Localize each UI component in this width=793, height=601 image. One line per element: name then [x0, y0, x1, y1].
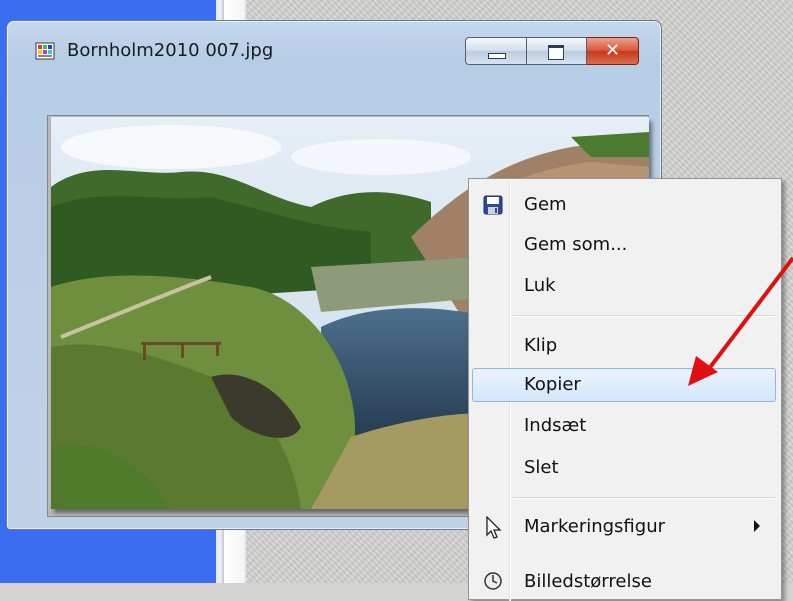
- menu-item-label: Gem: [524, 194, 567, 215]
- menu-item-label: Markeringsfigur: [524, 516, 666, 537]
- menu-item-markeringsfigur[interactable]: Markeringsfigur: [472, 510, 776, 544]
- menu-separator: [513, 497, 775, 499]
- minimize-icon: [488, 53, 506, 59]
- menu-item-billedstorrelse[interactable]: Billedstørrelse: [472, 565, 776, 599]
- maximize-icon: [548, 45, 564, 60]
- menu-item-luk[interactable]: Luk: [472, 269, 776, 303]
- save-icon: [483, 195, 503, 215]
- maximize-button[interactable]: [527, 37, 587, 65]
- submenu-arrow-icon: [754, 520, 760, 532]
- menu-item-label: Indsæt: [524, 415, 587, 436]
- image-file-icon: [35, 42, 55, 60]
- menu-item-label: Luk: [524, 275, 556, 296]
- minimize-button[interactable]: [465, 37, 527, 65]
- menu-item-kopier[interactable]: Kopier: [472, 368, 776, 402]
- image-size-icon: [484, 572, 502, 590]
- menu-item-gem[interactable]: Gem: [472, 188, 776, 222]
- menu-item-label: Gem som...: [524, 234, 628, 255]
- menu-item-label: Billedstørrelse: [524, 571, 652, 592]
- menu-item-klip[interactable]: Klip: [472, 329, 776, 363]
- menu-item-label: Kopier: [524, 374, 581, 395]
- menu-item-label: Klip: [524, 335, 558, 356]
- menu-item-label: Slet: [524, 457, 559, 478]
- menu-item-slet[interactable]: Slet: [472, 451, 776, 485]
- menu-item-indsaet[interactable]: Indsæt: [472, 409, 776, 443]
- window-title: Bornholm2010 007.jpg: [67, 40, 274, 61]
- context-menu: Gem Gem som... Luk Klip Kopier Indsæt Sl…: [468, 178, 782, 601]
- close-icon: ✕: [604, 40, 621, 61]
- menu-item-gem-som[interactable]: Gem som...: [472, 228, 776, 262]
- close-button[interactable]: ✕: [587, 37, 639, 65]
- menu-separator: [513, 315, 775, 317]
- cursor-icon: [486, 516, 502, 539]
